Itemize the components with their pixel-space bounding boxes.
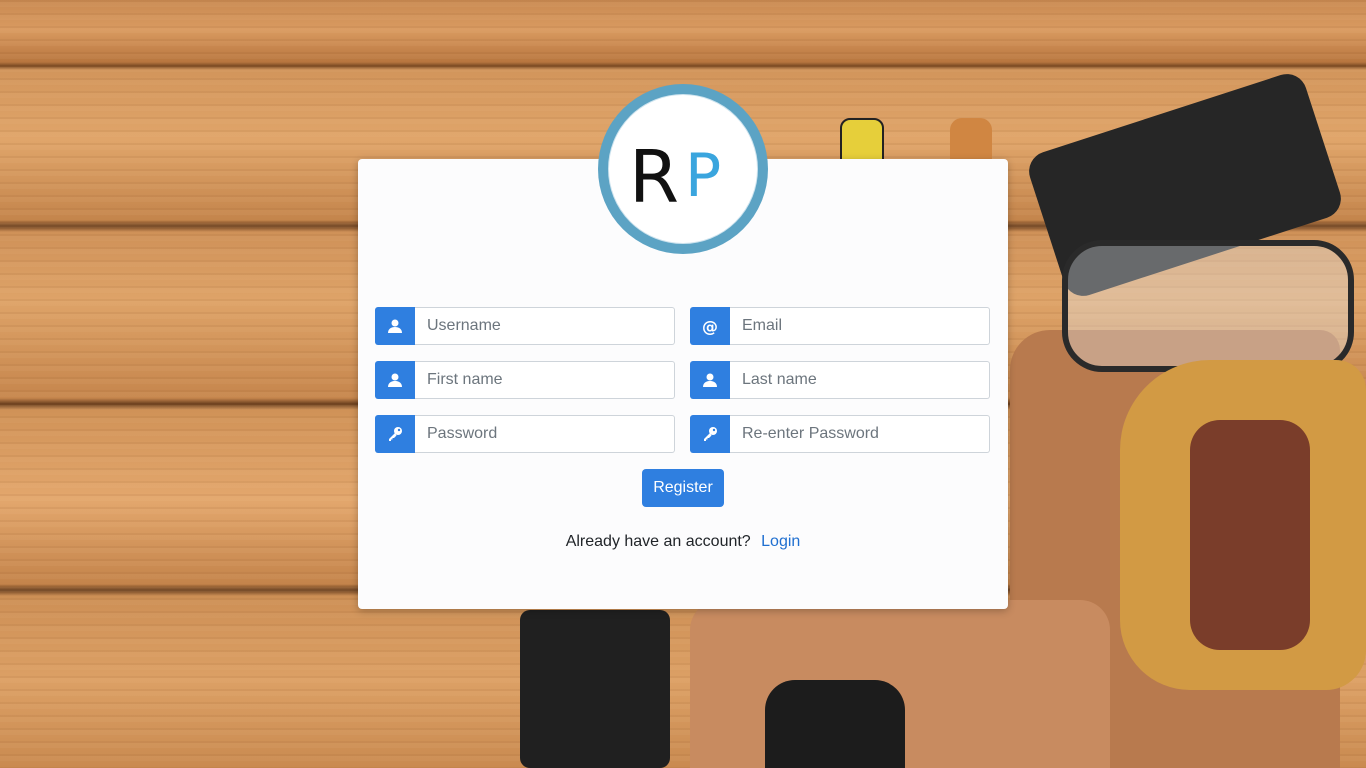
login-prompt-text: Already have an account?	[565, 533, 751, 550]
key-icon	[690, 415, 730, 453]
user-icon	[690, 361, 730, 399]
background-hammer	[765, 680, 905, 768]
password-input[interactable]	[415, 415, 675, 453]
background-glove-cuff	[1190, 420, 1310, 650]
login-prompt: Already have an account? Login	[358, 533, 1008, 551]
repassword-field-group	[690, 415, 990, 453]
logo: R P	[598, 84, 768, 254]
register-button[interactable]: Register	[642, 469, 724, 507]
logo-letter-r: R	[629, 135, 679, 219]
username-input[interactable]	[415, 307, 675, 345]
background-goggles	[1062, 240, 1354, 372]
email-field-group: @	[690, 307, 990, 345]
key-icon	[375, 415, 415, 453]
logo-letter-p: P	[685, 141, 721, 211]
login-link[interactable]: Login	[761, 533, 800, 550]
username-field-group	[375, 307, 675, 345]
password-field-group	[375, 415, 675, 453]
last-name-input[interactable]	[730, 361, 990, 399]
logo-mark: R P	[629, 135, 721, 219]
last-name-field-group	[690, 361, 990, 399]
repassword-input[interactable]	[730, 415, 990, 453]
background-strap-bottom	[520, 610, 670, 768]
first-name-field-group	[375, 361, 675, 399]
at-icon: @	[690, 307, 730, 345]
background-tool-handle	[950, 118, 992, 160]
user-icon	[375, 307, 415, 345]
email-input[interactable]	[730, 307, 990, 345]
user-icon	[375, 361, 415, 399]
first-name-input[interactable]	[415, 361, 675, 399]
